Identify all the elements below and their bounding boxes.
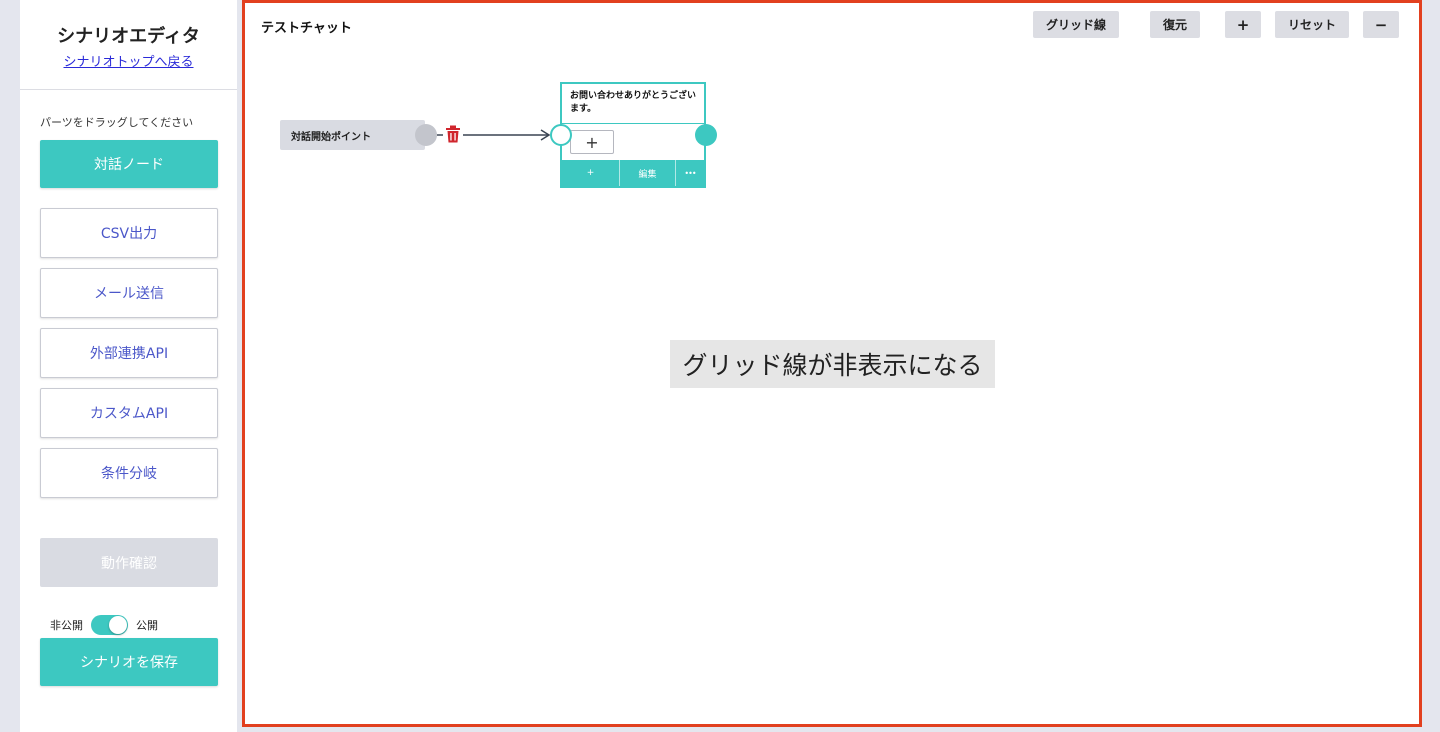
dialog-node-footer: + 編集 •••	[562, 160, 704, 186]
publish-toggle-row: 非公開 公開	[50, 614, 158, 636]
start-node[interactable]: 対話開始ポイント	[280, 120, 425, 150]
part-custom-api[interactable]: カスタムAPI	[40, 388, 218, 438]
part-condition-branch[interactable]: 条件分岐	[40, 448, 218, 498]
footer-add-button[interactable]: +	[562, 160, 620, 186]
part-mail-send[interactable]: メール送信	[40, 268, 218, 318]
part-external-api[interactable]: 外部連携API	[40, 328, 218, 378]
start-node-output-port[interactable]	[415, 124, 437, 146]
dialog-node-divider	[562, 123, 704, 124]
chat-name: テストチャット	[261, 21, 352, 36]
public-label: 公開	[136, 619, 158, 632]
back-to-top-link[interactable]: シナリオトップへ戻る	[20, 51, 237, 70]
drag-hint: パーツをドラッグしてください	[40, 116, 194, 129]
save-scenario-button[interactable]: シナリオを保存	[40, 638, 218, 686]
zoom-out-button[interactable]: −	[1363, 11, 1399, 38]
part-csv-output[interactable]: CSV出力	[40, 208, 218, 258]
sidebar-divider	[20, 89, 237, 90]
private-label: 非公開	[50, 619, 83, 632]
reset-button[interactable]: リセット	[1275, 11, 1349, 38]
dialog-node-output-port[interactable]	[695, 124, 717, 146]
add-choice-button[interactable]: +	[570, 130, 614, 154]
footer-edit-button[interactable]: 編集	[620, 160, 676, 186]
zoom-in-button[interactable]: +	[1225, 11, 1261, 38]
delete-connection-icon[interactable]	[445, 125, 461, 143]
publish-toggle[interactable]	[91, 615, 128, 635]
part-dialog-node[interactable]: 対話ノード	[40, 140, 218, 188]
editor-title: シナリオエディタ	[57, 26, 200, 47]
restore-button[interactable]: 復元	[1150, 11, 1200, 38]
grid-toggle-button[interactable]: グリッド線	[1033, 11, 1119, 38]
annotation-label: グリッド線が非表示になる	[670, 340, 995, 388]
dialog-node-message: お問い合わせありがとうございます。	[570, 91, 697, 114]
dialog-node-input-port[interactable]	[550, 124, 572, 146]
check-operation-button: 動作確認	[40, 538, 218, 587]
sidebar: シナリオエディタ シナリオトップへ戻る パーツをドラッグしてください 対話ノード…	[20, 0, 237, 732]
scenario-canvas[interactable]: テストチャット グリッド線 復元 + リセット − 対話開始ポイント お問い合わ…	[242, 0, 1422, 727]
toggle-knob	[109, 616, 127, 634]
start-node-label: 対話開始ポイント	[291, 131, 371, 143]
dialog-node[interactable]: お問い合わせありがとうございます。 + + 編集 •••	[560, 82, 706, 188]
footer-more-button[interactable]: •••	[676, 160, 704, 186]
